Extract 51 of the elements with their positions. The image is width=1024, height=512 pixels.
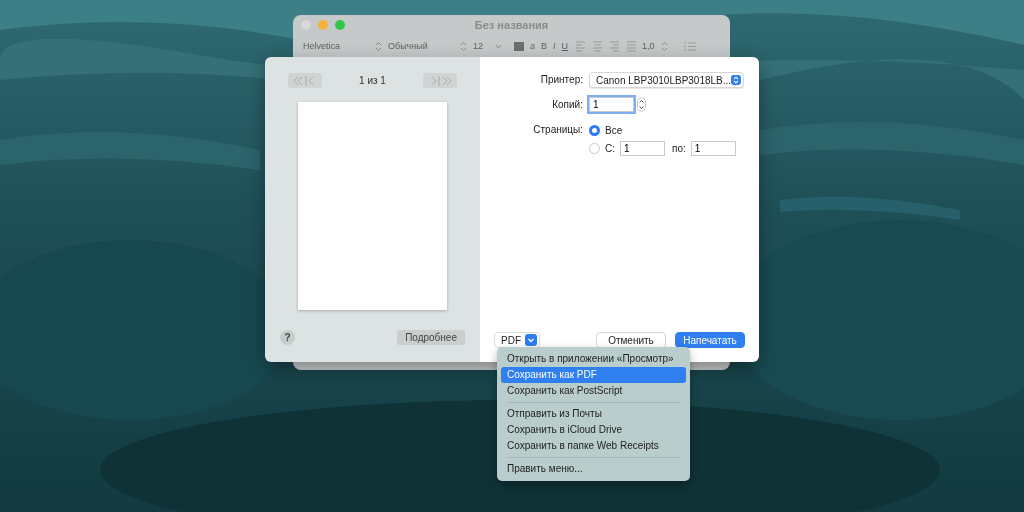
updown-icon — [731, 74, 741, 86]
copies-label: Копий: — [551, 98, 583, 112]
underline-button[interactable]: U — [561, 41, 569, 51]
window-title: Без названия — [473, 19, 550, 31]
updown-icon — [460, 40, 467, 52]
to-page-field[interactable]: 1 — [690, 140, 736, 156]
first-previous-page-button[interactable] — [287, 73, 322, 88]
updown-icon — [375, 40, 382, 52]
font-dropdown[interactable]: Helvetica — [303, 41, 369, 51]
menu-item[interactable]: Сохранить как PostScript — [501, 383, 686, 399]
menu-item[interactable]: Править меню... — [501, 461, 686, 477]
cancel-button[interactable]: Отменить — [596, 332, 666, 348]
caret-icon — [495, 43, 502, 49]
font-size-field[interactable]: 12 — [473, 41, 489, 51]
option-label: Все — [605, 124, 623, 136]
copies-field[interactable]: 1 — [589, 97, 634, 112]
style-dropdown[interactable]: Обычный — [388, 41, 454, 51]
menu-item[interactable]: Сохранить в папке Web Receipts — [501, 438, 686, 454]
from-page-field[interactable]: 1 — [620, 140, 665, 156]
stepper-icon[interactable] — [637, 97, 646, 112]
minimize-button[interactable] — [318, 20, 328, 30]
menu-item[interactable]: Открыть в приложении «Просмотр» — [501, 351, 686, 367]
menu-item[interactable]: Сохранить как PDF — [501, 367, 686, 383]
menu-item[interactable]: Отправить из Почты — [501, 406, 686, 422]
align-right-icon[interactable] — [610, 40, 620, 52]
radio-button[interactable] — [589, 142, 600, 154]
align-center-icon[interactable] — [593, 40, 603, 52]
bold-button[interactable]: B — [541, 41, 548, 51]
printer-label: Принтер: — [539, 73, 583, 87]
zoom-button[interactable] — [335, 20, 345, 30]
details-button[interactable]: Подробнее — [397, 330, 465, 345]
updown-icon — [660, 40, 668, 52]
printer-dropdown[interactable]: Canon LBP3010LBP3018LB... — [589, 72, 744, 88]
radio-button[interactable] — [589, 124, 600, 136]
justify-icon[interactable] — [627, 40, 637, 52]
pages-label: Страницы: — [532, 123, 583, 137]
option-label: С: — [605, 142, 615, 154]
text-color-swatch[interactable] — [514, 41, 524, 51]
caret-icon — [525, 334, 537, 346]
list-icon[interactable] — [683, 41, 696, 51]
pdf-menu-button[interactable]: PDF — [494, 332, 540, 348]
to-label: по: — [672, 142, 686, 154]
page-counter: 1 из 1 — [359, 75, 386, 86]
highlight-button[interactable]: a — [530, 41, 535, 51]
line-spacing-dropdown[interactable]: 1,0 — [642, 41, 655, 51]
help-button[interactable]: ? — [280, 330, 295, 345]
next-last-page-button[interactable] — [423, 73, 458, 88]
italic-button[interactable]: I — [553, 41, 556, 51]
menu-item[interactable]: Сохранить в iCloud Drive — [501, 422, 686, 438]
align-left-icon[interactable] — [576, 40, 586, 52]
print-button[interactable]: Напечатать — [675, 332, 745, 348]
